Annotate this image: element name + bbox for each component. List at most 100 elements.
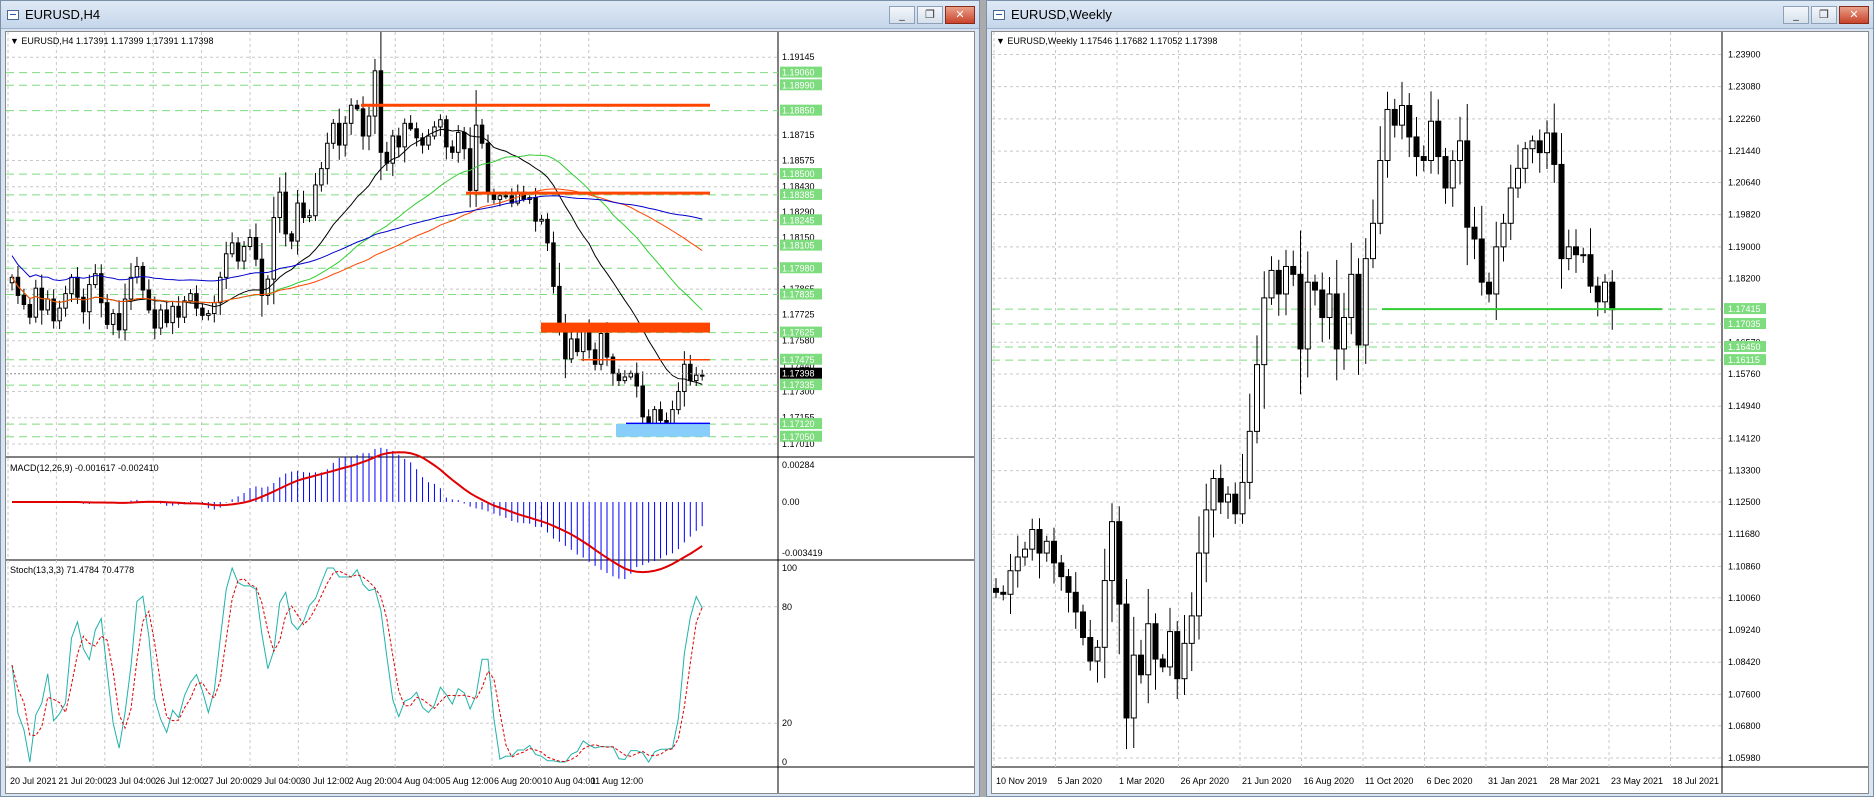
candle-body: [1116, 521, 1123, 605]
candle-body: [586, 331, 592, 351]
candle-body: [1123, 603, 1130, 719]
candle-body: [1297, 273, 1304, 350]
minimize-button[interactable]: _: [889, 5, 915, 24]
level-price-label: 1.17050: [782, 432, 815, 442]
candle-body: [45, 298, 50, 311]
candle-body: [1210, 477, 1217, 511]
symbol-ohlc-label: ▼ EURUSD,Weekly 1.17546 1.17682 1.17052 …: [996, 36, 1217, 46]
candle-body: [1152, 623, 1159, 660]
candle-body: [384, 151, 390, 164]
price-axis-label: 1.18575: [782, 155, 815, 165]
restore-button[interactable]: ❐: [1811, 5, 1837, 24]
candle-body: [1406, 105, 1413, 138]
candle-body: [461, 131, 467, 150]
candle-body: [414, 128, 419, 139]
candle-body: [1457, 140, 1463, 161]
candle-body: [1319, 289, 1326, 319]
candle-body: [604, 332, 610, 358]
close-button[interactable]: ✕: [945, 5, 975, 24]
candle-body: [241, 246, 247, 262]
candle-body: [1399, 105, 1405, 126]
price-axis-label: 1.19145: [782, 52, 815, 62]
candle-body: [622, 376, 628, 382]
close-button[interactable]: ✕: [1839, 5, 1869, 24]
candle-body: [1239, 481, 1246, 515]
price-axis-label: 1.11680: [1728, 529, 1760, 539]
candle-body: [438, 119, 443, 128]
candle-body: [1268, 269, 1275, 299]
candle-body: [563, 327, 568, 360]
weekly-chart-svg[interactable]: 10 Nov 2019 5 Jan 2020 1 Mar 2020 26 Apr 20…: [992, 32, 1868, 793]
candle-body: [396, 135, 401, 148]
chart-window-icon: [993, 9, 1005, 20]
restore-button[interactable]: ❐: [917, 5, 943, 24]
level-price-label: 1.18385: [782, 190, 815, 200]
candle-body: [408, 122, 413, 130]
price-axis-label: 1.14940: [1728, 401, 1761, 411]
candle-body: [1326, 293, 1333, 319]
level-price-label: 1.17475: [782, 355, 815, 365]
candle-body: [200, 307, 205, 316]
time-axis-label: 6 Aug 20:00: [494, 776, 542, 786]
candle-body: [247, 236, 253, 248]
candle-body: [1203, 509, 1210, 554]
candle-body: [402, 122, 407, 148]
candle-body: [301, 202, 306, 219]
time-axis-label: 6 Dec 2020: [1427, 776, 1473, 786]
candle-body: [1333, 293, 1340, 350]
candle-body: [1072, 591, 1079, 613]
time-axis-label: 21 Jun 2020: [1242, 776, 1292, 786]
candle-body: [348, 104, 354, 124]
h4-chart-window[interactable]: EURUSD,H4 _ ❐ ✕ 20 Jul 2021 21 Jul 20:00 2…: [0, 0, 980, 797]
candle-body: [426, 135, 431, 146]
candle-body: [676, 390, 681, 411]
candle-body: [658, 409, 663, 421]
candle-body: [1377, 159, 1384, 224]
time-axis-label: 5 Aug 12:00: [446, 776, 494, 786]
candle-body: [575, 338, 580, 353]
time-axis-label: 20 Jul 2021: [10, 776, 57, 786]
price-axis-label: 1.23080: [1728, 82, 1761, 92]
candle-body: [51, 298, 56, 322]
candle-body: [1007, 570, 1014, 595]
candle-body: [1471, 226, 1478, 240]
candle-body: [1159, 658, 1166, 668]
price-axis-label: 1.20640: [1728, 177, 1761, 187]
candle-body: [1246, 430, 1253, 483]
weekly-window-title: EURUSD,Weekly: [1011, 7, 1112, 22]
candle-body: [1043, 540, 1050, 554]
candle-body: [993, 587, 999, 593]
candle-body: [688, 363, 693, 382]
time-axis-label: 5 Jan 2020: [1058, 776, 1103, 786]
candle-body: [592, 349, 598, 365]
candle-body: [140, 265, 146, 291]
weekly-chart-window[interactable]: EURUSD,Weekly _ ❐ ✕ 10 Nov 2019 5 Jan 202…: [986, 0, 1874, 797]
candle-body: [1362, 258, 1369, 346]
candle-body: [325, 142, 330, 170]
last-price-label: 1.17398: [782, 369, 815, 379]
candle-body: [1051, 540, 1057, 564]
candle-body: [1312, 281, 1318, 291]
stoch-axis-label: 20: [782, 718, 792, 728]
candle-body: [116, 313, 122, 331]
price-axis-label: 1.15760: [1728, 369, 1761, 379]
h4-chart-svg[interactable]: 20 Jul 2021 21 Jul 20:00 23 Jul 04:00 26 Ju…: [6, 32, 974, 793]
candle-body: [1283, 265, 1289, 295]
candle-body: [21, 294, 27, 306]
candle-body: [1384, 108, 1391, 161]
candle-body: [1486, 281, 1492, 295]
h4-window-titlebar[interactable]: EURUSD,H4 _ ❐ ✕: [1, 1, 979, 29]
candle-body: [1232, 493, 1239, 515]
candle-body: [473, 124, 479, 191]
candle-body: [170, 305, 175, 324]
candle-body: [1196, 552, 1202, 617]
candle-body: [1341, 317, 1347, 350]
candle-body: [1022, 548, 1028, 558]
h4-chart-canvas[interactable]: 20 Jul 2021 21 Jul 20:00 23 Jul 04:00 26 Ju…: [5, 31, 975, 794]
weekly-chart-canvas[interactable]: 10 Nov 2019 5 Jan 2020 1 Mar 2020 26 Apr 20…: [991, 31, 1869, 794]
candle-body: [218, 276, 223, 304]
level-price-label: 1.18245: [782, 215, 815, 225]
minimize-button[interactable]: _: [1783, 5, 1809, 24]
candle-body: [1094, 646, 1101, 662]
weekly-window-titlebar[interactable]: EURUSD,Weekly _ ❐ ✕: [987, 1, 1873, 29]
